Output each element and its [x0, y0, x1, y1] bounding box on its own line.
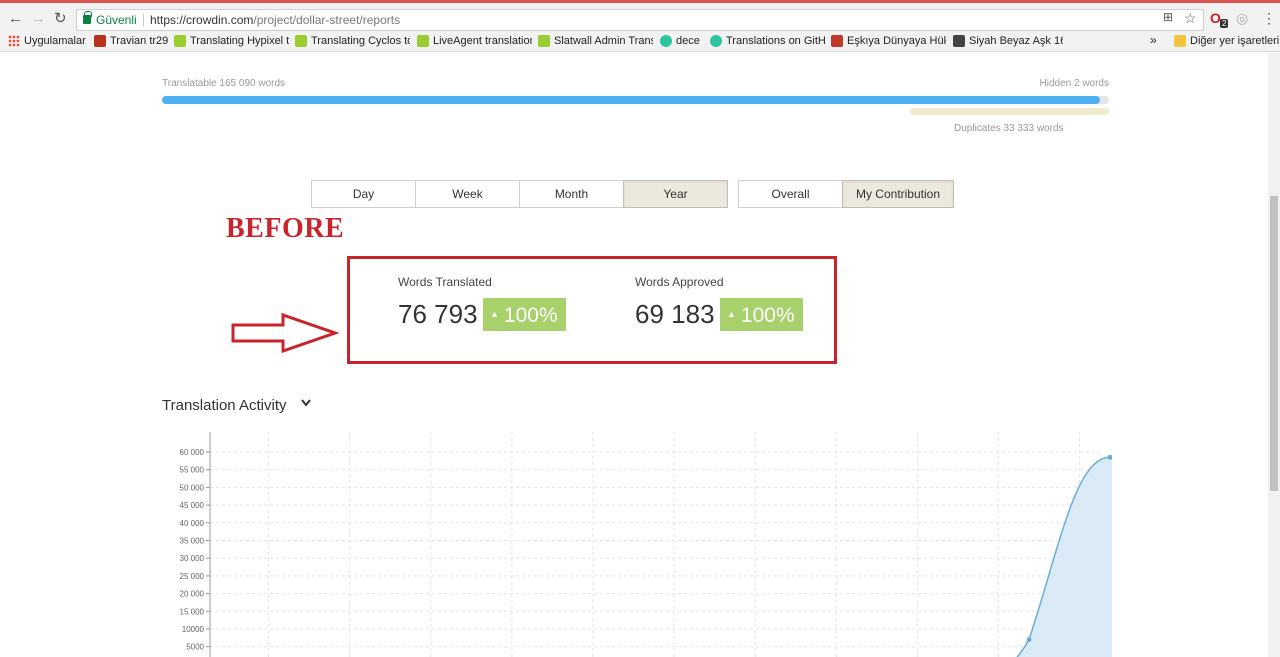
up-triangle-icon: ▲ — [490, 309, 499, 319]
bookmark-item[interactable]: dece — [660, 35, 704, 47]
y-tick-label: 40 000 — [180, 519, 205, 528]
tab-period-year[interactable]: Year — [623, 180, 728, 208]
y-tick-label: 20 000 — [180, 590, 205, 599]
bookmark-favicon-icon — [710, 35, 722, 47]
bookmarks-bar: Uygulamalar Travian tr29 Translating Hypi… — [0, 32, 1280, 52]
activity-title[interactable]: Translation Activity — [162, 397, 287, 414]
translatable-label: Translatable 165 090 words — [162, 78, 286, 89]
bookmark-label: Siyah Beyaz Aşk 16. B — [969, 35, 1063, 47]
bookmark-item[interactable]: Translating Hypixel to — [174, 35, 289, 47]
folder-icon — [1174, 35, 1186, 47]
bookmark-label: Travian tr29 — [110, 35, 168, 47]
bookmark-item[interactable]: Travian tr29 — [94, 35, 168, 47]
url-path: /project/dollar-street/reports — [253, 13, 401, 27]
y-tick-label: 10000 — [182, 625, 205, 634]
words-translated-change-badge: ▲ 100% — [483, 298, 566, 331]
translation-progress-bar — [162, 96, 1109, 104]
extension-badge: 2 — [1220, 19, 1229, 28]
tab-scope-my-contribution[interactable]: My Contribution — [842, 180, 954, 208]
bookmark-star-icon[interactable]: ☆ — [1184, 10, 1197, 27]
bookmark-favicon-icon — [94, 35, 106, 47]
bookmark-label: Eşkıya Dünyaya Hükü — [847, 35, 946, 47]
data-point — [1026, 637, 1032, 643]
duplicates-label: Duplicates 33 333 words — [954, 123, 1064, 134]
y-tick-label: 30 000 — [180, 554, 205, 563]
period-tabs: Day Week Month Year — [311, 180, 728, 208]
extension2-icon[interactable]: ◎ — [1236, 10, 1248, 27]
bookmark-item[interactable]: Slatwall Admin Transl — [538, 35, 653, 47]
bookmark-label: Translating Cyclos to — [311, 35, 410, 47]
y-tick-label: 55 000 — [180, 466, 205, 475]
tab-period-week[interactable]: Week — [415, 180, 520, 208]
activity-area-fill — [1009, 457, 1112, 657]
change-value: 100% — [503, 304, 558, 327]
bookmark-favicon-icon — [953, 35, 965, 47]
change-value: 100% — [740, 304, 795, 327]
bookmark-favicon-icon — [538, 35, 550, 47]
chevron-down-icon[interactable] — [300, 398, 312, 408]
bookmark-label: Translating Hypixel to — [190, 35, 289, 47]
tab-period-day[interactable]: Day — [311, 180, 416, 208]
y-tick-label: 60 000 — [180, 448, 205, 457]
hidden-label: Hidden 2 words — [1039, 78, 1109, 89]
apps-grid-icon — [8, 35, 20, 47]
y-tick-label: 50 000 — [180, 483, 205, 492]
bookmark-label: Uygulamalar — [24, 35, 86, 47]
reload-icon[interactable]: ↻ — [54, 11, 67, 27]
y-tick-label: 25 000 — [180, 572, 205, 581]
bookmark-favicon-icon — [174, 35, 186, 47]
bookmark-label: LiveAgent translation — [433, 35, 532, 47]
address-bar[interactable]: Güvenli https://crowdin.com/project/doll… — [76, 9, 1204, 31]
bookmark-label: dece — [676, 35, 700, 47]
bookmark-favicon-icon — [660, 35, 672, 47]
bookmark-favicon-icon — [831, 35, 843, 47]
y-tick-label: 15 000 — [180, 607, 205, 616]
before-annotation: BEFORE — [226, 213, 345, 244]
bookmark-item[interactable]: Siyah Beyaz Aşk 16. B — [953, 35, 1063, 47]
bookmark-label: Slatwall Admin Transl — [554, 35, 653, 47]
menu-icon[interactable]: ⋮ — [1262, 10, 1276, 27]
words-translated-value: 76 793 — [398, 299, 478, 329]
scrollbar-thumb[interactable] — [1270, 196, 1278, 491]
bookmark-item[interactable]: LiveAgent translation — [417, 35, 532, 47]
translate-icon[interactable]: ⊞ — [1163, 10, 1173, 24]
bookmark-item[interactable]: Eşkıya Dünyaya Hükü — [831, 35, 946, 47]
url-text[interactable]: https://crowdin.com/project/dollar-stree… — [150, 10, 400, 30]
bookmark-label: Translations on GitHu — [726, 35, 825, 47]
bookmark-item[interactable]: Translating Cyclos to — [295, 35, 410, 47]
lock-icon — [83, 11, 92, 24]
secure-label: Güvenli — [96, 13, 137, 27]
words-translated-label: Words Translated — [398, 275, 492, 289]
address-separator — [143, 13, 144, 27]
duplicates-bar — [910, 108, 1109, 115]
bookmark-apps[interactable]: Uygulamalar — [8, 35, 86, 47]
back-icon[interactable]: ← — [8, 11, 23, 27]
tab-period-month[interactable]: Month — [519, 180, 624, 208]
page-scrollbar[interactable] — [1268, 53, 1280, 657]
up-triangle-icon: ▲ — [727, 309, 736, 319]
words-approved-label: Words Approved — [635, 275, 724, 289]
bookmark-other[interactable]: Diğer yer işaretleri — [1174, 35, 1279, 47]
bookmark-favicon-icon — [417, 35, 429, 47]
url-host: https://crowdin.com — [150, 13, 254, 27]
activity-chart: 60 000 55 000 50 000 45 000 40 000 35 000 30 0… — [180, 432, 1112, 657]
words-approved-change-badge: ▲ 100% — [720, 298, 803, 331]
page-content: Translatable 165 090 words Hidden 2 word… — [0, 53, 1268, 657]
words-approved-value: 69 183 — [635, 299, 715, 329]
bookmark-label: Diğer yer işaretleri — [1190, 35, 1280, 47]
y-tick-label: 45 000 — [180, 501, 205, 510]
bookmark-favicon-icon — [295, 35, 307, 47]
translation-progress-fill — [162, 96, 1100, 104]
y-tick-label: 5000 — [186, 643, 204, 652]
tab-scope-overall[interactable]: Overall — [738, 180, 843, 208]
browser-toolbar: ← → ↻ Güvenli https://crowdin.com/projec… — [0, 0, 1280, 32]
annotation-arrow-icon — [231, 312, 339, 354]
scope-tabs: Overall My Contribution — [738, 180, 954, 208]
bookmarks-overflow-icon[interactable]: » — [1150, 33, 1157, 47]
y-tick-label: 35 000 — [180, 537, 205, 546]
forward-icon[interactable]: → — [31, 11, 46, 27]
bookmark-item[interactable]: Translations on GitHu — [710, 35, 825, 47]
